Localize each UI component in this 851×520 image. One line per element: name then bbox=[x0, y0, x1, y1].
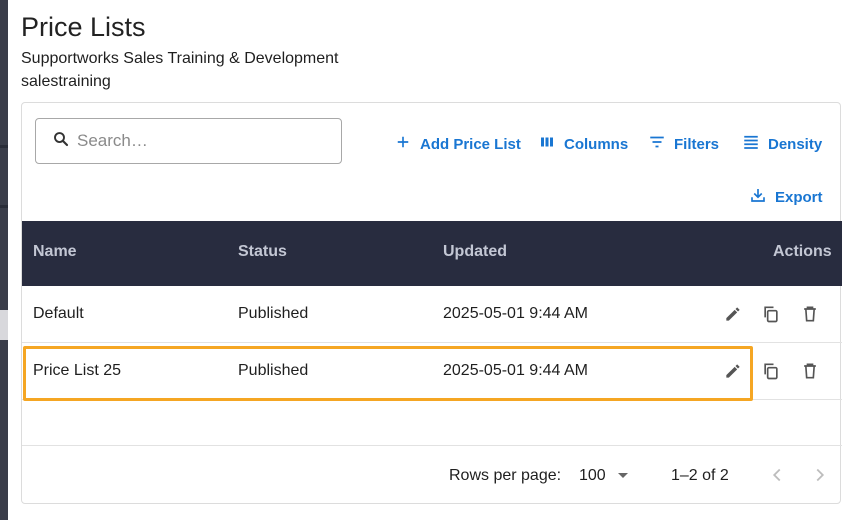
columns-icon bbox=[538, 133, 564, 155]
plus-icon bbox=[394, 133, 420, 155]
columns-label: Columns bbox=[564, 135, 629, 153]
price-lists-page: Price Lists Supportworks Sales Training … bbox=[8, 0, 851, 520]
rows-per-page-select[interactable]: 100 bbox=[579, 467, 606, 485]
row-updated: 2025-05-01 9:44 AM bbox=[443, 362, 588, 379]
trash-icon[interactable] bbox=[800, 361, 820, 381]
pagination-range: 1–2 of 2 bbox=[671, 467, 729, 484]
chevron-left-icon[interactable] bbox=[766, 464, 788, 486]
table-header: Name Status Updated Actions bbox=[22, 221, 842, 286]
page-title: Price Lists bbox=[21, 12, 146, 42]
pencil-icon[interactable] bbox=[723, 361, 743, 381]
copy-icon[interactable] bbox=[761, 361, 781, 381]
copy-icon[interactable] bbox=[761, 304, 781, 324]
table-row[interactable]: Price List 25 Published 2025-05-01 9:44 … bbox=[22, 343, 842, 400]
density-button[interactable]: Density bbox=[742, 133, 822, 155]
row-updated: 2025-05-01 9:44 AM bbox=[443, 305, 588, 322]
add-price-list-label: Add Price List bbox=[420, 135, 521, 153]
filter-icon bbox=[648, 133, 674, 155]
download-icon bbox=[749, 186, 775, 208]
organization-name: Supportworks Sales Training & Developmen… bbox=[21, 50, 339, 67]
row-name: Price List 25 bbox=[33, 362, 122, 379]
organization-slug: salestraining bbox=[21, 73, 111, 90]
price-lists-grid: Add Price List Columns Filters Density E bbox=[21, 102, 842, 505]
column-header-updated[interactable]: Updated bbox=[443, 243, 507, 261]
search-box[interactable] bbox=[35, 118, 342, 164]
chevron-down-icon[interactable] bbox=[618, 473, 628, 478]
pencil-icon[interactable] bbox=[723, 304, 743, 324]
column-header-actions: Actions bbox=[773, 243, 832, 260]
trash-icon[interactable] bbox=[800, 304, 820, 324]
window-edge bbox=[0, 0, 8, 520]
column-header-name[interactable]: Name bbox=[33, 243, 77, 261]
filters-button[interactable]: Filters bbox=[648, 133, 719, 155]
filters-label: Filters bbox=[674, 135, 720, 153]
rows-per-page-label: Rows per page: bbox=[449, 467, 562, 484]
row-status: Published bbox=[238, 362, 309, 379]
column-header-status[interactable]: Status bbox=[238, 243, 287, 261]
table-row[interactable]: Default Published 2025-05-01 9:44 AM bbox=[22, 286, 842, 343]
pagination-footer: Rows per page: 100 1–2 of 2 bbox=[22, 445, 842, 505]
columns-button[interactable]: Columns bbox=[538, 133, 628, 155]
row-status: Published bbox=[238, 305, 309, 322]
density-label: Density bbox=[768, 135, 823, 153]
search-icon bbox=[52, 130, 70, 153]
export-button[interactable]: Export bbox=[749, 186, 823, 208]
chevron-right-icon[interactable] bbox=[809, 464, 831, 486]
density-icon bbox=[742, 133, 768, 155]
export-label: Export bbox=[775, 188, 823, 206]
row-name: Default bbox=[33, 305, 84, 322]
add-price-list-button[interactable]: Add Price List bbox=[394, 133, 521, 155]
search-input[interactable] bbox=[77, 131, 317, 151]
